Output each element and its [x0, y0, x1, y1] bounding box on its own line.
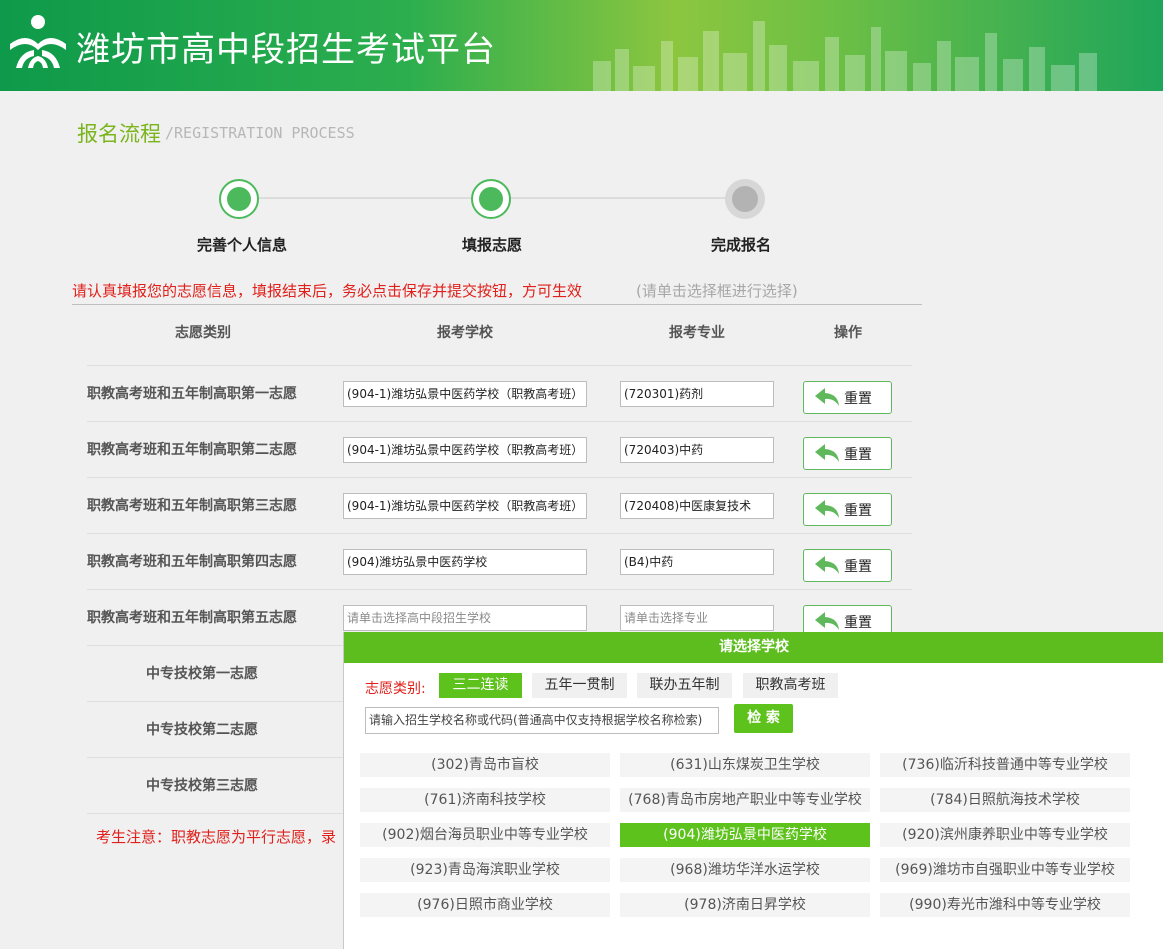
major-select-field[interactable]: (720301)药剂 [620, 381, 774, 407]
section-title: 报名流程 [77, 122, 161, 146]
school-option[interactable]: (768)青岛市房地产职业中等专业学校 [620, 788, 870, 812]
school-option[interactable]: (969)潍坊市自强职业中等专业学校 [880, 858, 1130, 882]
reset-button-label: 重置 [844, 391, 872, 407]
category-tab-32[interactable]: 三二连读 [439, 673, 522, 698]
category-filter-label: 志愿类别: [365, 681, 426, 697]
school-option[interactable]: (978)济南日昇学校 [620, 893, 870, 917]
reset-button[interactable]: 重置 [803, 493, 892, 526]
reset-button-label: 重置 [844, 615, 872, 631]
site-title: 潍坊市高中段招生考试平台 [76, 30, 496, 70]
school-option[interactable]: (784)日照航海技术学校 [880, 788, 1130, 812]
school-option-selected[interactable]: (904)潍坊弘景中医药学校 [620, 823, 870, 847]
school-option[interactable]: (631)山东煤炭卫生学校 [620, 753, 870, 777]
school-option[interactable]: (302)青岛市盲校 [360, 753, 610, 777]
school-option[interactable]: (920)滨州康养职业中等专业学校 [880, 823, 1130, 847]
school-select-field[interactable]: (904-1)潍坊弘景中医药学校（职教高考班） [343, 381, 587, 407]
row-divider [87, 365, 912, 366]
step-label-complete: 完成报名 [710, 236, 771, 254]
step-label-fill-preference: 填报志愿 [461, 236, 522, 254]
undo-arrow-icon [815, 500, 839, 518]
undo-arrow-icon [815, 388, 839, 406]
school-option[interactable]: (990)寿光市潍科中等专业学校 [880, 893, 1130, 917]
undo-arrow-icon [815, 612, 839, 630]
row-category-label: 职教高考班和五年制高职第五志愿 [87, 610, 297, 626]
reset-button-label: 重置 [844, 447, 872, 463]
column-header-major: 报考专业 [669, 325, 725, 341]
section-subtitle: /REGISTRATION PROCESS [165, 124, 355, 142]
category-tab-joint-5year[interactable]: 联办五年制 [637, 673, 732, 698]
row-category-label: 中专技校第三志愿 [146, 778, 258, 794]
city-skyline-decoration [593, 21, 1097, 91]
major-select-field[interactable]: (720403)中药 [620, 437, 774, 463]
school-select-field[interactable]: (904-1)潍坊弘景中医药学校（职教高考班） [343, 437, 587, 463]
divider [72, 304, 922, 305]
row-divider [87, 421, 912, 422]
row-category-label: 职教高考班和五年制高职第四志愿 [87, 554, 297, 570]
fill-hint: (请单击选择框进行选择) [636, 282, 798, 300]
row-category-label: 职教高考班和五年制高职第一志愿 [87, 386, 297, 402]
school-option[interactable]: (976)日照市商业学校 [360, 893, 610, 917]
school-select-field[interactable]: (904)潍坊弘景中医药学校 [343, 549, 587, 575]
undo-arrow-icon [815, 444, 839, 462]
step-label-personal-info: 完善个人信息 [196, 236, 287, 254]
row-category-label: 职教高考班和五年制高职第三志愿 [87, 498, 297, 514]
row-divider [87, 589, 912, 590]
category-tab-vocational-exam[interactable]: 职教高考班 [743, 673, 838, 698]
school-picker-popup: 请选择学校 志愿类别: 三二连读 五年一贯制 联办五年制 职教高考班 请输入招生… [343, 632, 1163, 949]
school-option[interactable]: (968)潍坊华洋水运学校 [620, 858, 870, 882]
reset-button[interactable]: 重置 [803, 437, 892, 470]
row-category-label: 中专技校第二志愿 [146, 722, 258, 738]
row-category-label: 中专技校第一志愿 [146, 666, 258, 682]
site-header: 潍坊市高中段招生考试平台 [0, 0, 1163, 91]
step-connector [259, 197, 471, 199]
category-tab-5year[interactable]: 五年一贯制 [532, 673, 627, 698]
reset-button[interactable]: 重置 [803, 549, 892, 582]
school-option[interactable]: (761)济南科技学校 [360, 788, 610, 812]
major-select-field[interactable]: 请单击选择专业 [620, 605, 774, 631]
column-header-school: 报考学校 [437, 325, 493, 341]
reset-button[interactable]: 重置 [803, 381, 892, 414]
step-indicator-fill-preference [471, 179, 511, 219]
undo-arrow-icon [815, 556, 839, 574]
platform-logo-icon [10, 15, 66, 68]
school-select-field[interactable]: 请单击选择高中段招生学校 [343, 605, 587, 631]
step-indicator-complete [725, 179, 765, 219]
row-divider [87, 477, 912, 478]
column-header-category: 志愿类别 [175, 325, 231, 341]
reset-button-label: 重置 [844, 503, 872, 519]
column-header-action: 操作 [834, 325, 862, 341]
school-option[interactable]: (923)青岛海滨职业学校 [360, 858, 610, 882]
popup-title: 请选择学校 [344, 632, 1163, 663]
search-button[interactable]: 检 索 [734, 704, 793, 733]
row-divider [87, 533, 912, 534]
reset-button-label: 重置 [844, 559, 872, 575]
step-connector [511, 197, 725, 199]
step-indicator-personal-info [219, 179, 259, 219]
school-option[interactable]: (736)临沂科技普通中等专业学校 [880, 753, 1130, 777]
bottom-notice: 考生注意：职教志愿为平行志愿，录 [96, 828, 337, 846]
major-select-field[interactable]: (720408)中医康复技术 [620, 493, 774, 519]
school-select-field[interactable]: (904-1)潍坊弘景中医药学校（职教高考班） [343, 493, 587, 519]
school-search-input[interactable]: 请输入招生学校名称或代码(普通高中仅支持根据学校名称检索) [365, 707, 719, 734]
row-category-label: 职教高考班和五年制高职第二志愿 [87, 442, 297, 458]
fill-notice: 请认真填报您的志愿信息，填报结束后，务必点击保存并提交按钮，方可生效 [72, 282, 583, 300]
school-option[interactable]: (902)烟台海员职业中等专业学校 [360, 823, 610, 847]
major-select-field[interactable]: (B4)中药 [620, 549, 774, 575]
